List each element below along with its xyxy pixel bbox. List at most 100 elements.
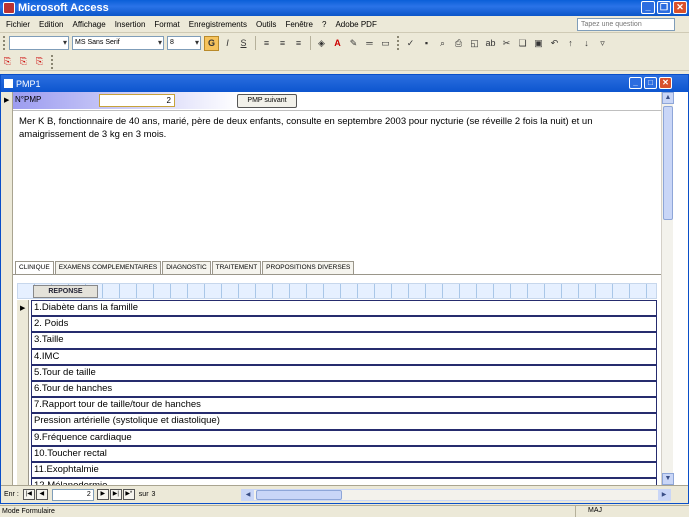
next-record-button[interactable]: ▶ (96, 489, 109, 500)
menu-help[interactable]: ? (322, 20, 326, 29)
pdf-review-icon[interactable]: ⎘ (32, 54, 47, 69)
list-item[interactable]: 1.Diabète dans la famille (31, 300, 657, 317)
access-app: Microsoft Access _ ❐ ✕ Fichier Edition A… (0, 0, 689, 517)
new-record-button[interactable]: ▶* (122, 489, 135, 500)
font-size-combo[interactable]: 8 (167, 36, 201, 50)
tab-examens-complementaires[interactable]: EXAMENS COMPLEMENTAIRES (54, 261, 162, 274)
save-icon[interactable]: ▪ (419, 36, 434, 51)
scroll-down-icon[interactable]: ▼ (662, 473, 674, 485)
tab-strip: CLINIQUE EXAMENS COMPLEMENTAIRES DIAGNOS… (15, 261, 355, 275)
npmp-field[interactable]: 2 (99, 94, 175, 107)
menu-adobe-pdf[interactable]: Adobe PDF (335, 20, 376, 29)
list-item[interactable]: 7.Rapport tour de taille/tour de hanches (31, 397, 657, 414)
subform-record-selector[interactable]: ▶ (17, 300, 29, 486)
toolbar-grip[interactable] (397, 36, 400, 50)
record-of-label: sur (138, 491, 149, 498)
undo-icon[interactable]: ↶ (547, 36, 562, 51)
scroll-up-icon[interactable]: ▲ (662, 92, 674, 104)
list-item[interactable]: 5.Tour de taille (31, 364, 657, 381)
record-navigation-bar: Enr : |◀ ◀ 2 ▶ ▶| ▶* sur 3 ◀ ▶ (1, 485, 688, 503)
case-description[interactable]: Mer K B, fonctionnaire de 40 ans, marié,… (13, 110, 661, 258)
sort-desc-icon[interactable]: ↓ (579, 36, 594, 51)
fill-color-icon[interactable]: ◈ (314, 36, 329, 51)
record-selector[interactable]: ▶ (1, 92, 13, 485)
form-minimize-button[interactable]: _ (629, 77, 642, 89)
form-title-bar: PMP1 _ □ ✕ (1, 75, 688, 92)
list-item[interactable]: 3.Taille (31, 332, 657, 349)
list-item[interactable]: 9.Fréquence cardiaque (31, 429, 657, 446)
font-combo[interactable]: MS Sans Serif (72, 36, 164, 50)
scroll-right-icon[interactable]: ▶ (658, 490, 670, 500)
tab-traitement[interactable]: TRAITEMENT (211, 261, 262, 274)
sort-asc-icon[interactable]: ↑ (563, 36, 578, 51)
record-label: Enr : (4, 491, 19, 498)
menu-edition[interactable]: Edition (39, 20, 63, 29)
form-close-button[interactable]: ✕ (659, 77, 672, 89)
cut-icon[interactable]: ✂ (499, 36, 514, 51)
access-app-icon[interactable] (3, 2, 15, 14)
reponse-button[interactable]: REPONSE (33, 285, 98, 298)
align-right-icon[interactable]: ≡ (291, 36, 306, 51)
copy-icon[interactable]: ❏ (515, 36, 530, 51)
list-item[interactable]: 4.IMC (31, 348, 657, 365)
scroll-thumb[interactable] (663, 106, 673, 220)
pdf-convert-icon[interactable]: ⎘ (0, 54, 15, 69)
horizontal-scroll-thumb[interactable] (256, 490, 342, 500)
tab-clinique[interactable]: CLINIQUE (15, 261, 54, 275)
filter-icon[interactable]: ▿ (595, 36, 610, 51)
close-button[interactable]: ✕ (673, 1, 687, 14)
align-left-icon[interactable]: ≡ (259, 36, 274, 51)
tab-diagnostic[interactable]: DIAGNOSTIC (162, 261, 211, 274)
special-effect-icon[interactable]: ▭ (378, 36, 393, 51)
restore-button[interactable]: ❐ (657, 1, 671, 14)
bold-button[interactable]: G (204, 35, 219, 51)
horizontal-scrollbar[interactable]: ◀ ▶ (241, 489, 671, 501)
object-combo[interactable] (9, 36, 69, 50)
list-item[interactable]: 11.Exophtalmie (31, 461, 657, 479)
pdf-email-icon[interactable]: ⎘ (16, 54, 31, 69)
line-width-icon[interactable]: ═ (362, 36, 377, 51)
npmp-label: N°PMP (15, 95, 42, 104)
font-color-icon[interactable]: A (330, 36, 345, 51)
vertical-scrollbar[interactable]: ▲ ▼ (661, 92, 674, 485)
menu-format[interactable]: Format (154, 20, 179, 29)
help-question-input[interactable]: Tapez une question (577, 18, 675, 31)
list-item[interactable]: Pression artérielle (systolique et diast… (31, 413, 657, 430)
menu-outils[interactable]: Outils (256, 20, 276, 29)
current-record-arrow-icon: ▶ (4, 97, 10, 104)
record-total: 3 (151, 491, 156, 498)
view-icon[interactable]: ✓ (403, 36, 418, 51)
search-icon[interactable]: ⌕ (435, 36, 450, 51)
print-icon[interactable]: ⎙ (451, 36, 466, 51)
toolbar-grip[interactable] (51, 54, 54, 69)
menu-fichier[interactable]: Fichier (6, 20, 30, 29)
underline-button[interactable]: S (236, 36, 251, 51)
list-item[interactable]: 6.Tour de hanches (31, 380, 657, 398)
menu-insertion[interactable]: Insertion (115, 20, 146, 29)
tab-propositions-diverses[interactable]: PROPOSITIONS DIVERSES (262, 261, 355, 274)
minimize-button[interactable]: _ (641, 1, 655, 14)
list-item[interactable]: 2. Poids (31, 316, 657, 333)
previous-record-button[interactable]: ◀ (35, 489, 48, 500)
italic-button[interactable]: I (220, 36, 235, 51)
scroll-left-icon[interactable]: ◀ (242, 490, 254, 500)
list-item[interactable]: 10.Toucher rectal (31, 445, 657, 462)
form-header: N°PMP 2 PMP suivant (13, 92, 661, 109)
last-record-button[interactable]: ▶| (109, 489, 122, 500)
menu-fenetre[interactable]: Fenêtre (285, 20, 313, 29)
menu-affichage[interactable]: Affichage (72, 20, 105, 29)
current-record-field[interactable]: 2 (51, 488, 94, 501)
form-window: PMP1 _ □ ✕ ▶ N°PMP 2 PMP suivant Mer K B… (0, 74, 689, 504)
paste-icon[interactable]: ▣ (531, 36, 546, 51)
menu-enregistrements[interactable]: Enregistrements (189, 20, 247, 29)
print-preview-icon[interactable]: ◱ (467, 36, 482, 51)
subform-rows: 1.Diabète dans la famille 2. Poids 3.Tai… (31, 300, 657, 487)
form-icon[interactable] (4, 79, 13, 88)
pmp-suivant-button[interactable]: PMP suivant (237, 94, 297, 108)
toolbar-grip[interactable] (3, 36, 6, 50)
form-maximize-button[interactable]: □ (644, 77, 657, 89)
line-color-icon[interactable]: ✎ (346, 36, 361, 51)
align-center-icon[interactable]: ≡ (275, 36, 290, 51)
spelling-icon[interactable]: ab (483, 36, 498, 51)
first-record-button[interactable]: |◀ (22, 489, 35, 500)
